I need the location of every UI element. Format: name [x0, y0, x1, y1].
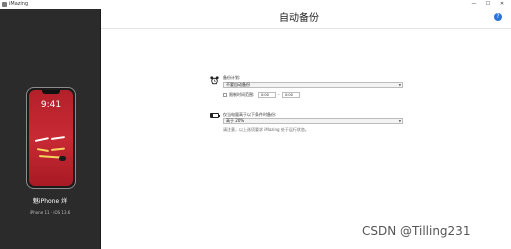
help-icon[interactable]: ? — [494, 13, 502, 21]
maximize-button[interactable]: ☐ — [482, 0, 494, 9]
chevron-down-icon: ▼ — [398, 83, 401, 87]
wallpaper-calligraphy — [33, 136, 69, 162]
battery-icon — [210, 113, 220, 118]
time-range-separator: - — [278, 92, 280, 97]
schedule-label: 备份计划: — [223, 75, 241, 80]
lock-screen: 9:41 — [29, 90, 73, 186]
sidebar-divider — [100, 9, 101, 249]
window-titlebar: iMazing — ☐ ✕ — [0, 0, 511, 9]
watermark: CSDN @Tilling231 — [362, 224, 471, 238]
iphone-image: 9:41 — [26, 87, 76, 189]
phone-notch — [42, 90, 60, 94]
app-icon — [2, 2, 7, 7]
time-range-checkbox[interactable] — [223, 93, 227, 97]
page-title: 自动备份 — [279, 13, 319, 24]
close-button[interactable]: ✕ — [496, 0, 508, 9]
schedule-select[interactable]: 不要自动备份 ▼ — [223, 82, 403, 88]
title-divider — [101, 28, 511, 29]
battery-threshold-select[interactable]: 高于 20% ▼ — [223, 118, 403, 124]
battery-hint: 请注意，以上选项要求 iMazing 处于运行状态。 — [223, 127, 309, 132]
battery-threshold-value: 高于 20% — [226, 118, 245, 123]
time-from-input[interactable]: 0:00 — [258, 92, 276, 98]
time-to-input[interactable]: 0:00 — [282, 92, 300, 98]
chevron-down-icon: ▼ — [398, 119, 401, 123]
time-range-label: 限制时间范围: — [229, 92, 255, 97]
battery-label: 仅当电量高于以下条件时备份: — [223, 112, 277, 117]
device-info: iPhone 11 · iOS 13.6 — [29, 210, 71, 215]
minimize-button[interactable]: — — [468, 0, 480, 9]
schedule-select-value: 不要自动备份 — [226, 82, 250, 87]
device-name: 魅iPhone 烊 — [32, 198, 68, 205]
alarm-clock-icon — [210, 76, 219, 85]
window-title: iMazing — [9, 1, 29, 7]
lock-screen-time: 9:41 — [40, 100, 62, 110]
